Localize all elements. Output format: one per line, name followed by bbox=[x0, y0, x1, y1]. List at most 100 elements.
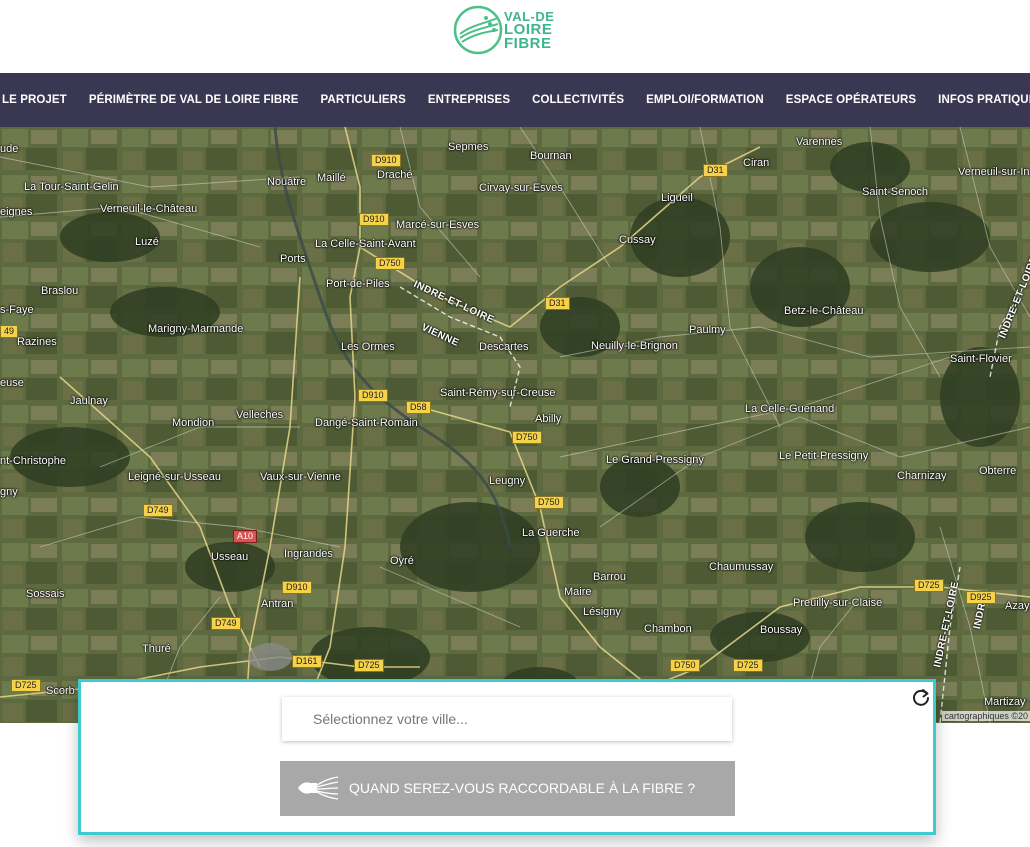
map-label: Marcé-sur-Esves bbox=[396, 219, 480, 231]
fiber-globe-icon bbox=[453, 5, 503, 55]
map-label: Razines bbox=[17, 336, 57, 348]
map-label: Verneuil-le-Château bbox=[100, 203, 198, 215]
map-label: Leigné-sur-Usseau bbox=[128, 471, 221, 483]
map-label: Draché bbox=[377, 169, 413, 181]
nav-item-entreprises[interactable]: ENTREPRISES bbox=[417, 94, 521, 106]
map-label: Saint-Flovier bbox=[950, 353, 1012, 365]
road-shield: D925 bbox=[966, 591, 996, 604]
map-label: Preuilly-sur-Claise bbox=[793, 597, 883, 609]
map-label: Ciran bbox=[743, 157, 770, 169]
road-shield: D910 bbox=[282, 581, 312, 594]
check-eligibility-button[interactable]: QUAND SEREZ-VOUS RACCORDABLE À LA FIBRE … bbox=[280, 761, 735, 816]
map-label: Thuré bbox=[142, 643, 171, 655]
site-logo[interactable]: VAL-DE LOIRE FIBRE bbox=[452, 4, 562, 60]
road-shield: D750 bbox=[534, 496, 564, 509]
road-shield: D725 bbox=[914, 579, 944, 592]
map-label: Chaumussay bbox=[709, 561, 774, 573]
map-label: Ligueil bbox=[661, 192, 693, 204]
nav-item-perimetre[interactable]: PÉRIMÈTRE DE VAL DE LOIRE FIBRE bbox=[78, 94, 310, 106]
map-label: Mondion bbox=[172, 417, 215, 429]
map-label: Ingrandes bbox=[284, 548, 333, 560]
map-label: Paulmy bbox=[689, 324, 726, 336]
map-label: Bournan bbox=[530, 150, 572, 162]
logo-wordmark: VAL-DE LOIRE FIBRE bbox=[504, 10, 554, 51]
map-label: Le Petit-Pressigny bbox=[779, 450, 869, 462]
map-label: Abilly bbox=[535, 413, 562, 425]
map-label: s-Faye bbox=[0, 304, 34, 316]
nav-item-operateurs[interactable]: ESPACE OPÉRATEURS bbox=[775, 94, 927, 106]
map-label: Braslou bbox=[41, 285, 79, 297]
map-label: Dangé-Saint-Romain bbox=[315, 417, 418, 429]
map-label: La Guerche bbox=[522, 527, 580, 539]
map-label: Sossais bbox=[26, 588, 65, 600]
map-label: Obterre bbox=[979, 465, 1017, 477]
road-shield: D31 bbox=[545, 297, 570, 310]
map-label: Charnizay bbox=[897, 470, 947, 482]
map-label: Verneuil-sur-In bbox=[958, 166, 1030, 178]
road-shield: D725 bbox=[733, 659, 763, 672]
map-label: ude bbox=[0, 143, 19, 155]
map-label: Le Grand-Pressigny bbox=[606, 454, 704, 466]
map-label: Oyré bbox=[390, 555, 414, 567]
map-label: Velleches bbox=[236, 409, 284, 421]
map-label: eignes bbox=[0, 206, 33, 218]
nav-item-projet[interactable]: LE PROJET bbox=[0, 94, 78, 106]
road-shield: D58 bbox=[406, 401, 431, 414]
map-label: Martizay bbox=[984, 696, 1026, 708]
eligibility-search-panel: QUAND SEREZ-VOUS RACCORDABLE À LA FIBRE … bbox=[78, 679, 936, 835]
map-label: Barrou bbox=[593, 571, 627, 583]
map-label: Usseau bbox=[211, 551, 249, 563]
site-header: VAL-DE LOIRE FIBRE bbox=[0, 0, 1030, 73]
map-label: euse bbox=[0, 377, 24, 389]
map-label: nt-Christophe bbox=[0, 455, 67, 467]
map-label: Cussay bbox=[619, 234, 656, 246]
road-shield: D31 bbox=[703, 164, 728, 177]
road-shield: D725 bbox=[11, 679, 41, 692]
map-label: Vaux-sur-Vienne bbox=[260, 471, 341, 483]
fiber-cable-icon bbox=[298, 776, 339, 800]
map-label: Maillé bbox=[317, 172, 346, 184]
city-search-input[interactable] bbox=[282, 697, 732, 741]
map-label: La Tour-Saint-Gelin bbox=[24, 181, 119, 193]
nav-item-collectivites[interactable]: COLLECTIVITÉS bbox=[521, 94, 635, 106]
map-label: Marigny-Marmande bbox=[148, 323, 244, 335]
road-shield: D750 bbox=[670, 659, 700, 672]
map-terrain bbox=[0, 127, 1030, 723]
map-label: Ports bbox=[280, 253, 306, 265]
map-label: Saint-Rémy-sur-Creuse bbox=[440, 387, 556, 399]
road-shield: D910 bbox=[358, 389, 388, 402]
map-label: Scorb bbox=[46, 685, 75, 697]
map-label: Azay bbox=[1005, 600, 1030, 612]
refresh-icon[interactable] bbox=[911, 687, 931, 707]
satellite-map[interactable]: ude La Tour-Saint-Gelin eignes Verneuil-… bbox=[0, 127, 1030, 723]
map-label: Antran bbox=[261, 598, 294, 610]
map-label: Betz-le-Château bbox=[784, 305, 864, 317]
road-shield: A10 bbox=[233, 530, 258, 543]
map-label: Port-de-Piles bbox=[326, 278, 390, 290]
road-shield: D750 bbox=[375, 257, 405, 270]
map-label: La Celle-Saint-Avant bbox=[315, 238, 416, 250]
road-shield: D750 bbox=[512, 431, 542, 444]
map-label: Les Ormes bbox=[341, 341, 395, 353]
map-label: gny bbox=[0, 486, 18, 498]
map-label: Nouâtre bbox=[267, 176, 307, 188]
road-shield: D749 bbox=[211, 617, 241, 630]
map-label: Saint-Senoch bbox=[862, 186, 929, 198]
road-shield: D161 bbox=[292, 655, 322, 668]
map-label: Chambon bbox=[644, 623, 692, 635]
map-label: La Celle-Guenand bbox=[745, 403, 835, 415]
nav-item-particuliers[interactable]: PARTICULIERS bbox=[310, 94, 417, 106]
road-shield: D910 bbox=[371, 154, 401, 167]
map-label: Varennes bbox=[796, 136, 843, 148]
road-shield: D749 bbox=[143, 504, 173, 517]
check-eligibility-label: QUAND SEREZ-VOUS RACCORDABLE À LA FIBRE … bbox=[349, 780, 696, 796]
map-label: Sepmes bbox=[448, 141, 489, 153]
nav-item-infos[interactable]: INFOS PRATIQUES bbox=[927, 94, 1030, 106]
logo-line: FIBRE bbox=[504, 35, 552, 52]
nav-item-emploi[interactable]: EMPLOI/FORMATION bbox=[635, 94, 775, 106]
map-label: Leugny bbox=[489, 475, 526, 487]
map-label: Lésigny bbox=[583, 606, 621, 618]
map-label: Boussay bbox=[760, 624, 803, 636]
map-label: Jaulnay bbox=[70, 395, 108, 407]
map-label: Luzé bbox=[135, 236, 159, 248]
